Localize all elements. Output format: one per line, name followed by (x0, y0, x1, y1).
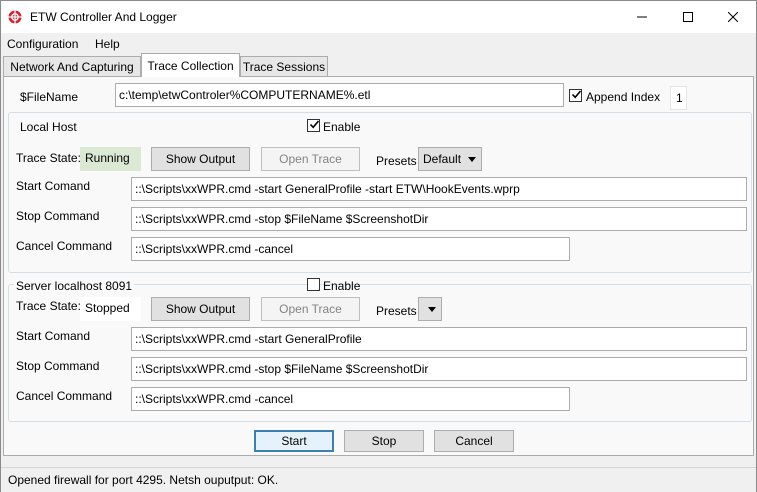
checkmark-icon (309, 120, 320, 129)
server-show-output-button[interactable]: Show Output (151, 297, 250, 321)
minimize-icon (637, 16, 647, 18)
filename-input[interactable]: c:\temp\etwControler%COMPUTERNAME%.etl (115, 83, 564, 107)
local-stop-command-label: Stop Command (16, 209, 100, 223)
chevron-down-icon (468, 157, 476, 162)
server-enable-label: Enable (323, 279, 361, 293)
maximize-button[interactable] (665, 1, 711, 33)
server-stop-command-label: Stop Command (16, 359, 100, 373)
server-cancel-command-input[interactable]: ::\Scripts\xxWPR.cmd -cancel (131, 387, 570, 411)
local-cancel-command-input[interactable]: ::\Scripts\xxWPR.cmd -cancel (131, 237, 570, 261)
stop-button[interactable]: Stop (344, 430, 424, 452)
local-start-command-label: Start Comand (16, 179, 91, 193)
server-presets-label: Presets (376, 304, 417, 318)
status-message: Opened firewall for port 4295. Netsh oup… (8, 473, 279, 487)
local-stop-command-input[interactable]: ::\Scripts\xxWPR.cmd -stop $FileName $Sc… (131, 207, 747, 231)
local-open-trace-button[interactable]: Open Trace (261, 147, 360, 171)
status-bar: Opened firewall for port 4295. Netsh oup… (1, 467, 756, 492)
close-icon (728, 12, 738, 22)
app-logo-icon (8, 10, 22, 24)
server-trace-state-value: Stopped (80, 297, 141, 321)
window-title: ETW Controller And Logger (30, 10, 177, 24)
filename-label: $FileName (20, 90, 79, 104)
server-trace-state-label: Trace State: (16, 299, 81, 313)
append-index-checkbox[interactable] (569, 89, 582, 102)
title-bar: ETW Controller And Logger (1, 1, 756, 33)
cancel-button[interactable]: Cancel (434, 430, 514, 452)
server-title: Server localhost 8091 (14, 279, 135, 293)
local-show-output-button[interactable]: Show Output (151, 147, 250, 171)
server-start-command-label: Start Comand (16, 329, 91, 343)
local-enable-checkbox[interactable] (307, 119, 320, 132)
local-cancel-command-label: Cancel Command (16, 239, 113, 253)
local-presets-label: Presets (376, 154, 417, 168)
server-stop-command-input[interactable]: ::\Scripts\xxWPR.cmd -stop $FileName $Sc… (131, 357, 747, 381)
local-start-command-input[interactable]: ::\Scripts\xxWPR.cmd -start GeneralProfi… (131, 177, 747, 201)
append-index-label: Append Index (586, 90, 661, 104)
menu-help[interactable]: Help (95, 37, 120, 51)
tab-network-and-capturing[interactable]: Network And Capturing (3, 56, 141, 76)
local-host-title: Local Host (20, 120, 77, 134)
checkmark-icon (571, 90, 582, 99)
maximize-icon (683, 12, 693, 22)
chevron-down-icon (428, 307, 436, 312)
local-trace-state-value: Running (80, 147, 141, 171)
menu-bar: Configuration Help (1, 34, 756, 53)
close-button[interactable] (710, 1, 756, 33)
local-trace-state-label: Trace State: (16, 151, 81, 165)
menu-configuration[interactable]: Configuration (7, 37, 78, 51)
local-presets-dropdown[interactable]: Default (418, 147, 482, 171)
server-open-trace-button[interactable]: Open Trace (261, 297, 360, 321)
start-button[interactable]: Start (254, 430, 334, 452)
server-cancel-command-label: Cancel Command (16, 389, 113, 403)
main-window: ETW Controller And Logger Configuration … (0, 0, 757, 492)
local-enable-label: Enable (323, 120, 361, 134)
local-presets-value: Default (423, 152, 462, 166)
minimize-button[interactable] (619, 1, 665, 33)
append-index-value[interactable]: 1 (670, 86, 687, 110)
tab-strip: Network And Capturing Trace Collection T… (1, 53, 756, 77)
tab-trace-collection[interactable]: Trace Collection (141, 53, 240, 77)
server-start-command-input[interactable]: ::\Scripts\xxWPR.cmd -start GeneralProfi… (131, 327, 747, 351)
server-presets-dropdown[interactable] (418, 297, 442, 321)
tab-trace-sessions[interactable]: Trace Sessions (240, 56, 328, 76)
server-enable-checkbox[interactable] (307, 278, 320, 291)
